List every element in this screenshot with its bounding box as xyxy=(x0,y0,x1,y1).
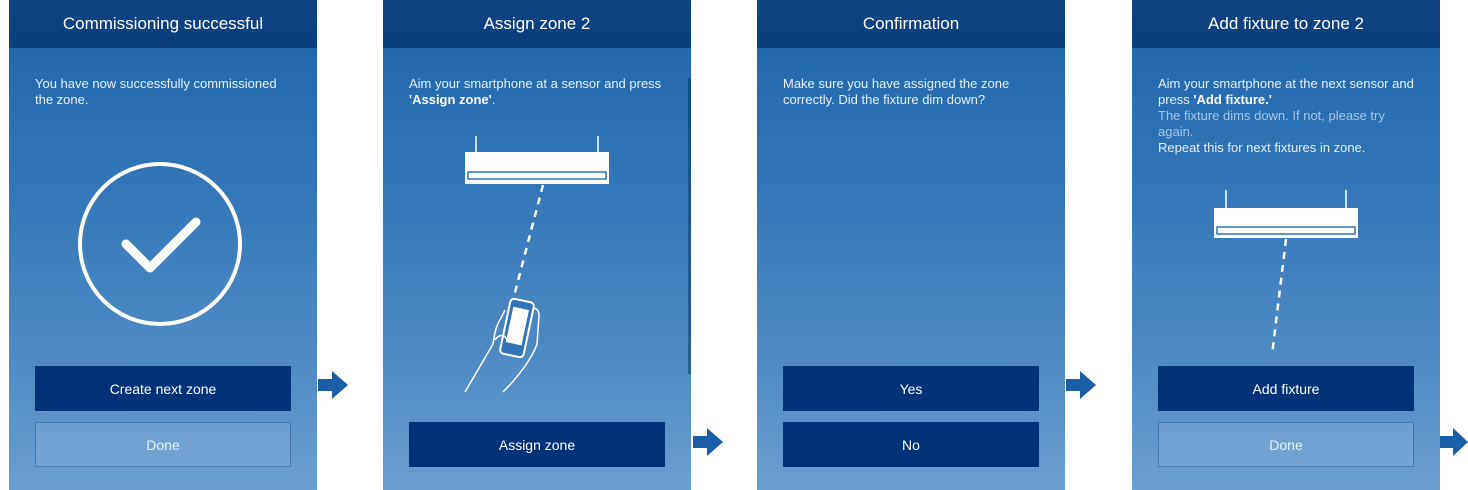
create-next-zone-button[interactable]: Create next zone xyxy=(35,366,291,411)
instruction-hint: The fixture dims down. If not, please tr… xyxy=(1158,108,1385,139)
arrow-right-icon xyxy=(318,371,348,399)
instruction-text: Aim your smartphone at a sensor and pres… xyxy=(409,76,671,108)
instruction-suffix: . xyxy=(491,92,496,107)
instruction-prefix: Aim your smartphone at a sensor and pres… xyxy=(409,76,662,91)
arrow-right-icon xyxy=(1066,371,1096,399)
instruction-text: Aim your smartphone at the next sensor a… xyxy=(1158,76,1420,156)
check-circle-icon xyxy=(76,160,244,328)
scrollbar[interactable] xyxy=(688,78,691,374)
instruction-text: You have now successfully commissioned t… xyxy=(35,76,277,107)
done-button[interactable]: Done xyxy=(35,422,291,467)
done-button[interactable]: Done xyxy=(1158,422,1414,467)
instruction-bold: 'Assign zone' xyxy=(409,92,492,107)
instruction-bold: 'Add fixture.' xyxy=(1193,92,1272,107)
instruction-repeat: Repeat this for next fixtures in zone. xyxy=(1158,140,1366,155)
fixture-with-hand-smartphone-illustration xyxy=(443,130,643,400)
screen-title: Add fixture to zone 2 xyxy=(1132,0,1440,48)
screen-commissioning-successful: Commissioning successful You have now su… xyxy=(9,0,317,490)
screen-confirmation: Confirmation Make sure you have assigned… xyxy=(757,0,1065,490)
screen-title: Confirmation xyxy=(757,0,1065,48)
screen-add-fixture: Add fixture to zone 2 Aim your smartphon… xyxy=(1132,0,1440,490)
screen-title: Assign zone 2 xyxy=(383,0,691,48)
assign-zone-button[interactable]: Assign zone xyxy=(409,422,665,467)
arrow-right-icon xyxy=(693,428,723,456)
yes-button[interactable]: Yes xyxy=(783,366,1039,411)
no-button[interactable]: No xyxy=(783,422,1039,467)
add-fixture-button[interactable]: Add fixture xyxy=(1158,366,1414,411)
instruction-text: Make sure you have assigned the zone cor… xyxy=(783,76,1010,107)
screen-title: Commissioning successful xyxy=(9,0,317,48)
screen-assign-zone: Assign zone 2 Aim your smartphone at a s… xyxy=(383,0,691,490)
arrow-right-icon xyxy=(1440,428,1468,456)
fixture-with-beam-illustration xyxy=(1210,190,1366,360)
